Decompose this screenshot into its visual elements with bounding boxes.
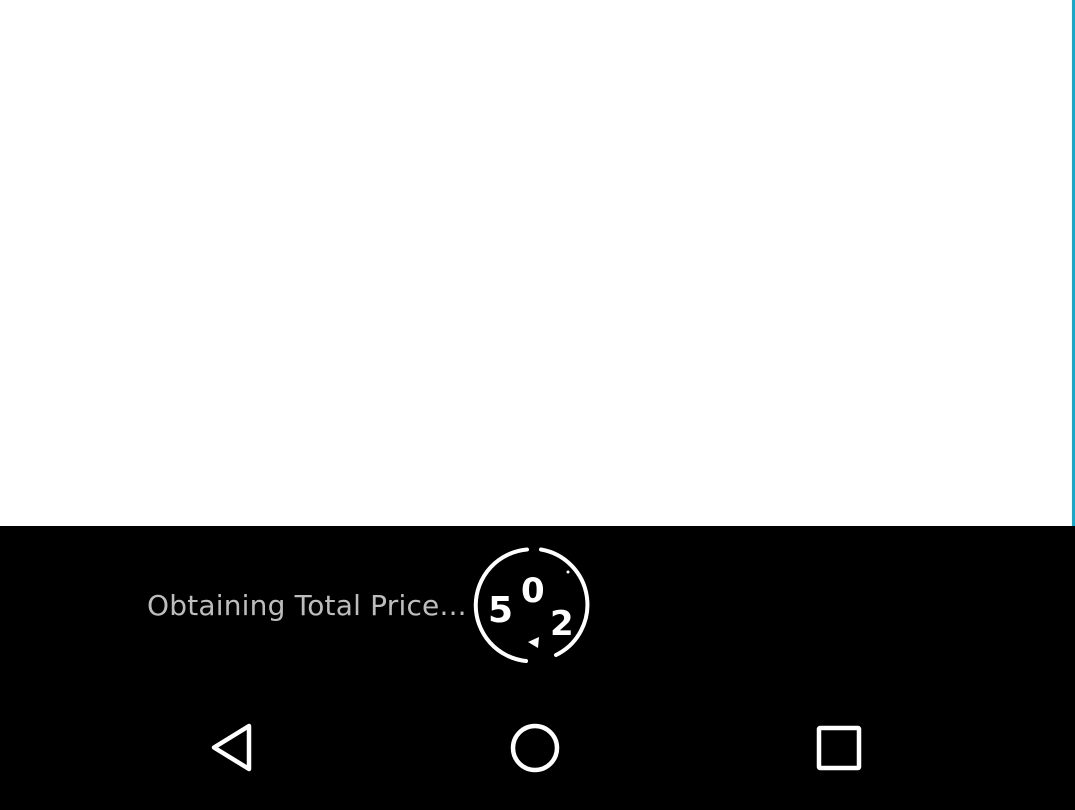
app-content-area — [0, 0, 1075, 526]
spinner-digit: 2 — [550, 604, 574, 644]
system-navigation-bar — [0, 686, 1075, 810]
back-button[interactable] — [178, 686, 288, 810]
home-button[interactable] — [480, 686, 590, 810]
loading-spinner-icon: 0 5 2 — [472, 543, 596, 667]
home-circle-icon — [510, 723, 560, 773]
android-screen: Obtaining Total Price... 0 5 2 — [0, 0, 1075, 810]
recents-button[interactable] — [784, 686, 894, 810]
loading-message: Obtaining Total Price... — [147, 589, 467, 622]
back-triangle-icon — [211, 723, 252, 772]
spinner-digit: 0 — [521, 571, 545, 611]
recents-square-icon — [816, 725, 862, 771]
spinner-digit: 5 — [488, 590, 514, 631]
